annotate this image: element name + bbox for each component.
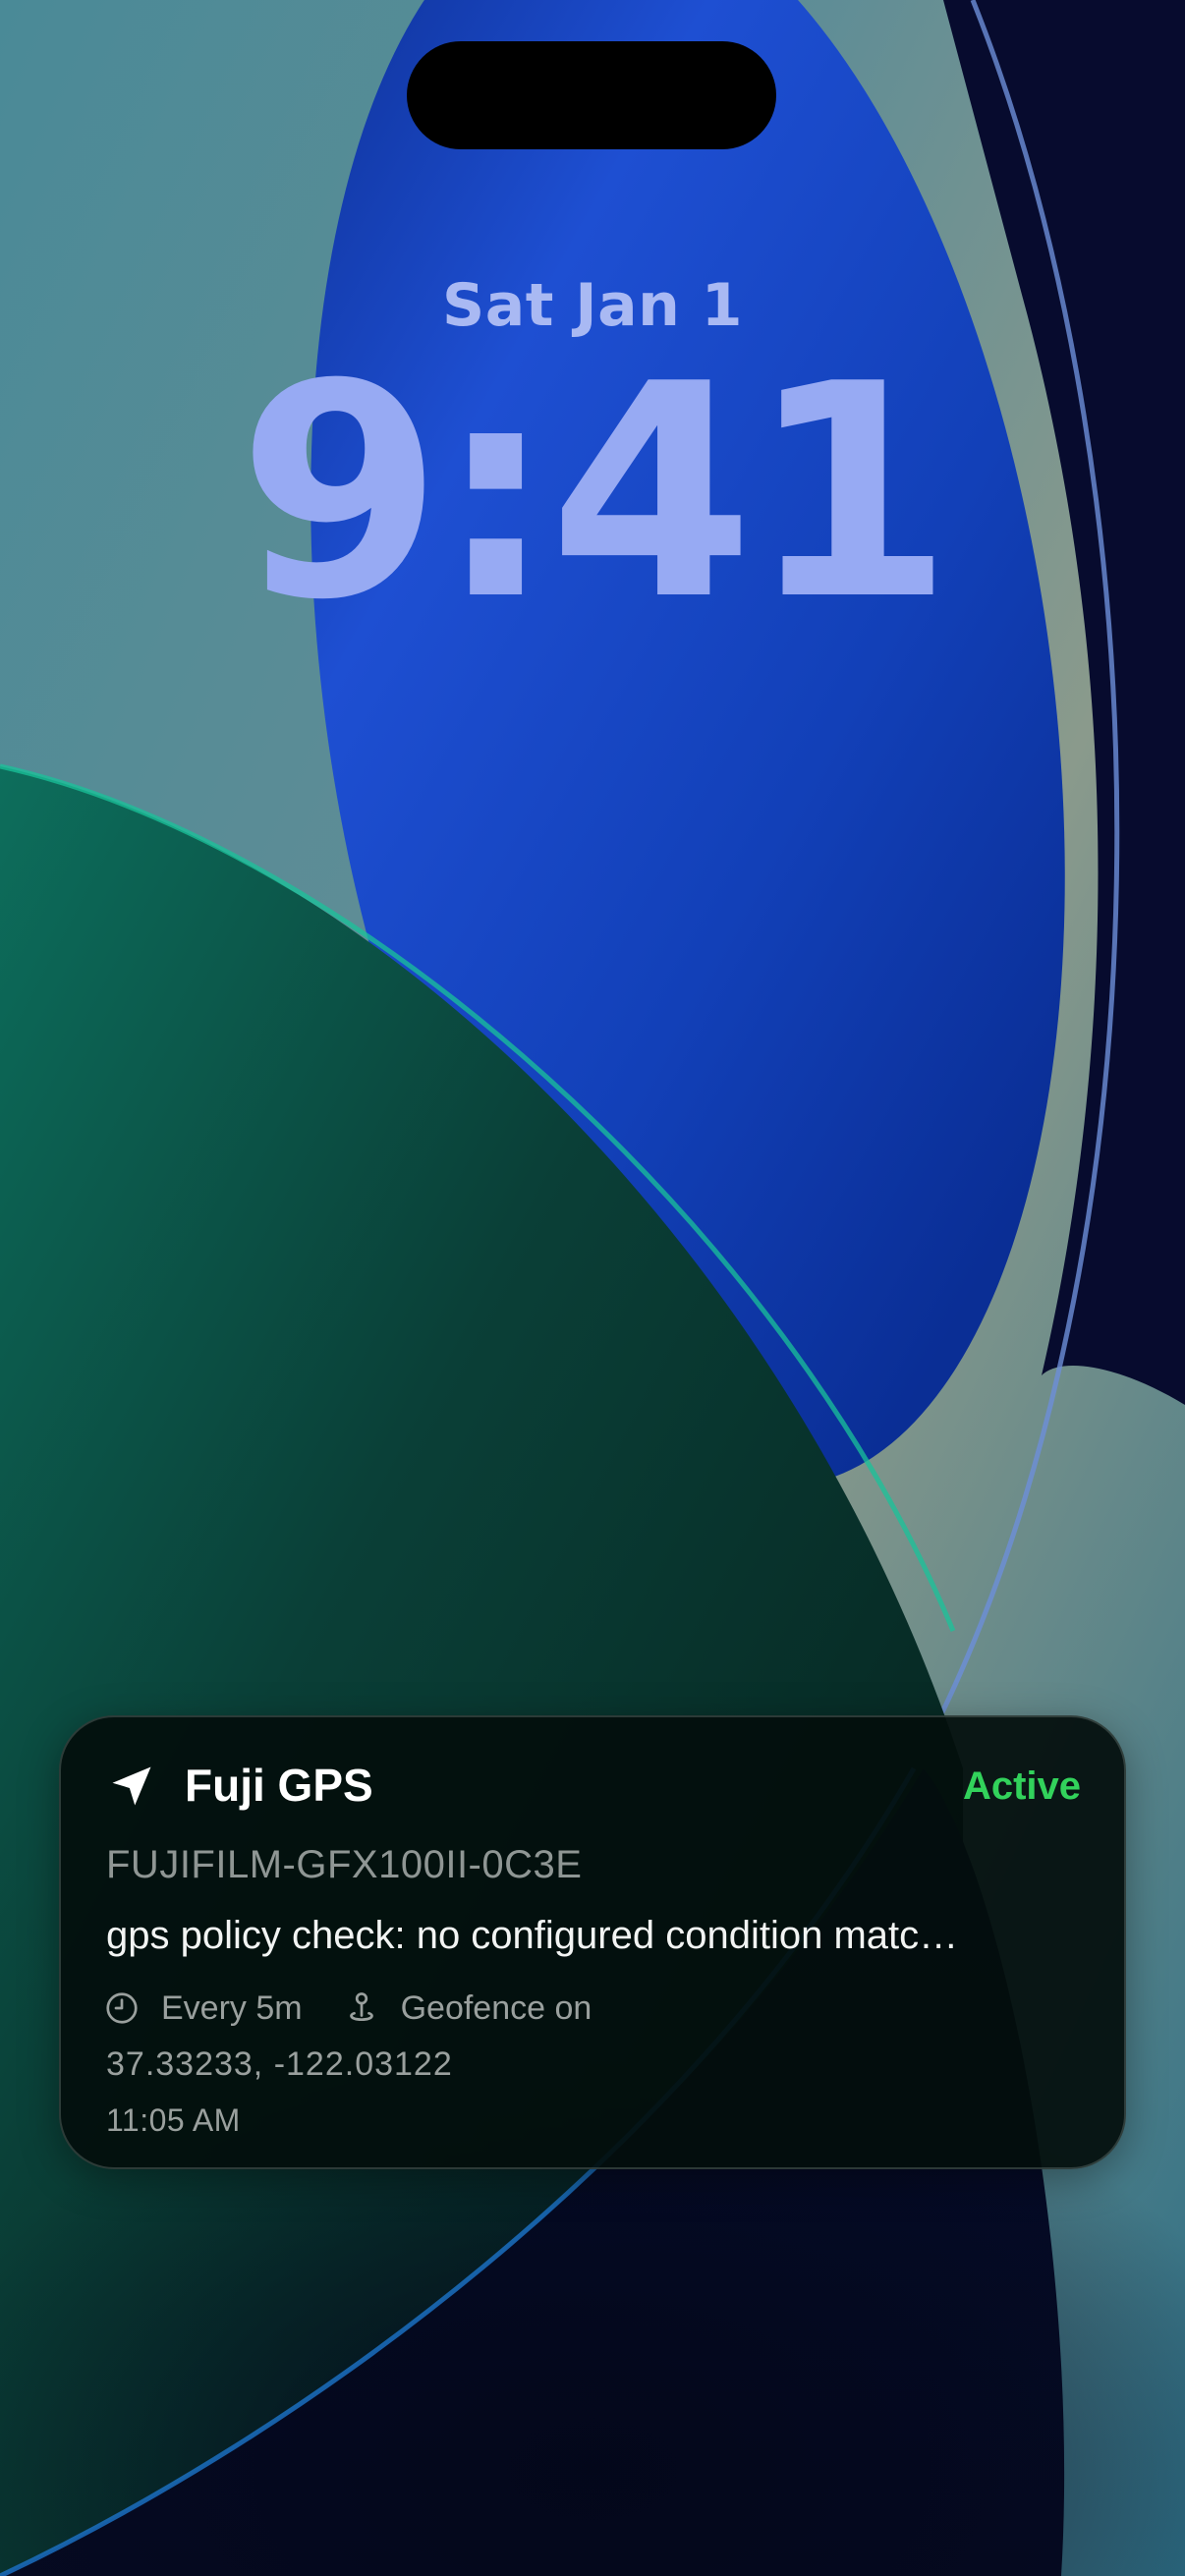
notification-timestamp: 11:05 AM: [106, 2102, 241, 2138]
location-arrow-icon: [112, 1766, 151, 1806]
notification-message: gps policy check: no configured conditio…: [106, 1914, 959, 1957]
dynamic-island: [407, 41, 776, 149]
lock-screen: Sat Jan 1 9:41 Fuji GPS Active FUJIFILM-…: [0, 0, 1185, 2576]
lock-time: 9:41: [237, 321, 953, 664]
coordinates: 37.33233, -122.03122: [106, 2045, 453, 2083]
notification-card[interactable]: Fuji GPS Active FUJIFILM-GFX100II-0C3E g…: [59, 1715, 1126, 2169]
device-id: FUJIFILM-GFX100II-0C3E: [106, 1843, 583, 1886]
status-badge: Active: [962, 1764, 1081, 1808]
geofence-label: Geofence on: [400, 1988, 592, 2027]
interval-label: Every 5m: [161, 1988, 303, 2027]
pin-icon: [349, 1992, 373, 2022]
clock-icon: [106, 1992, 138, 2024]
notification-meta: Every 5m Geofence on: [104, 1987, 592, 2030]
app-name: Fuji GPS: [185, 1760, 373, 1811]
notification-header: Fuji GPS Active: [104, 1755, 1081, 1814]
